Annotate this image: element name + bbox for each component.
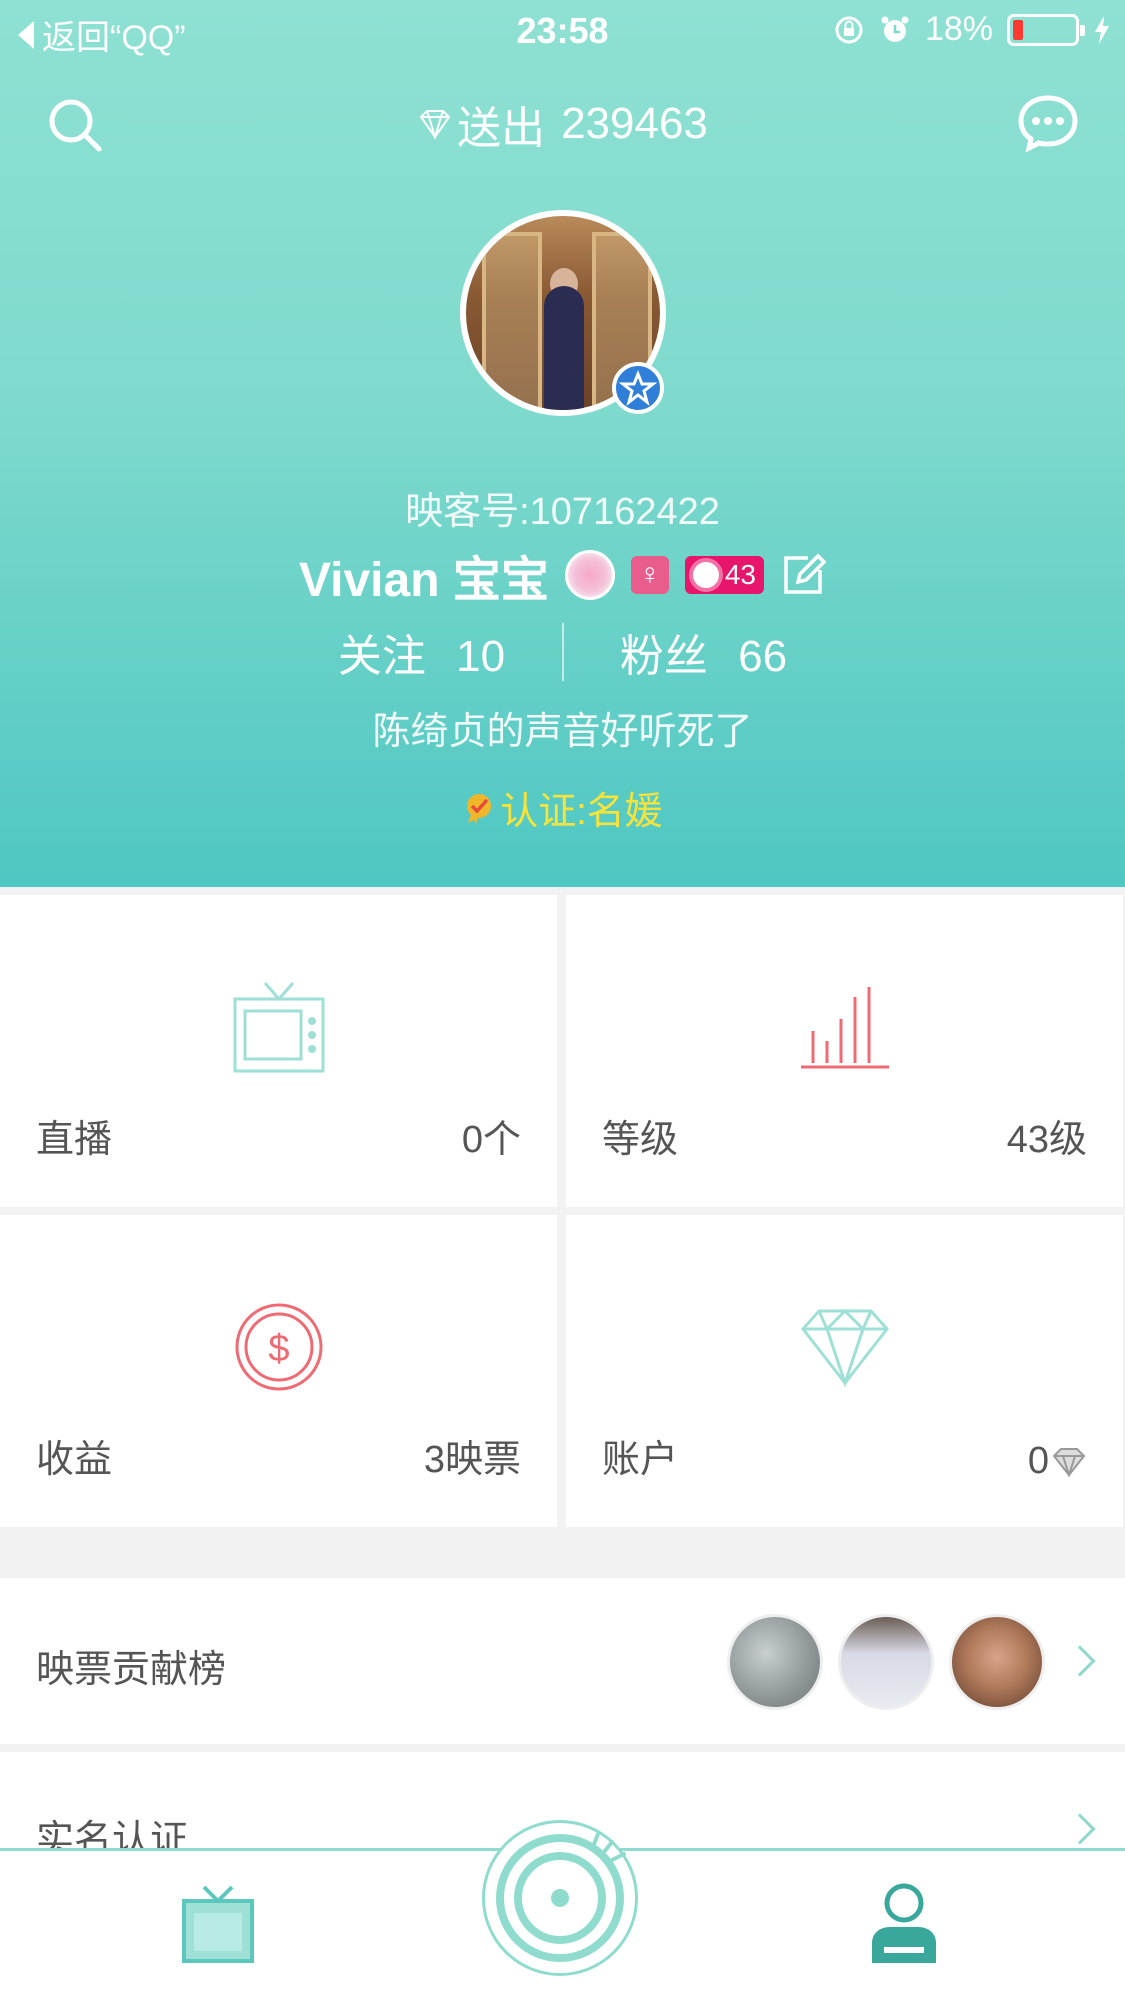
- sun-icon: [692, 562, 719, 588]
- tile-level-value: 43级: [1006, 1119, 1087, 1161]
- sent-label: 送出: [457, 104, 546, 153]
- profile-header: 返回“QQ” 23:58 18% 送出 239463 映客号:107162422…: [0, 0, 1125, 887]
- fans-stat[interactable]: 粉丝 66: [564, 620, 844, 684]
- orientation-lock-icon: [835, 16, 863, 43]
- go-live-button[interactable]: [492, 1830, 628, 1966]
- candy-badge-icon: [564, 550, 615, 600]
- diamond-icon: [800, 1308, 889, 1388]
- contribution-ranking-row[interactable]: 映票贡献榜: [0, 1578, 1125, 1744]
- level-badge-value: 43: [724, 559, 757, 590]
- name-row: Vivian 宝宝 ♀ 43: [0, 540, 1125, 610]
- follow-stats: 关注 10 粉丝 66: [0, 620, 1125, 684]
- tile-account-value: 0: [1027, 1440, 1049, 1482]
- alarm-icon: [881, 16, 909, 42]
- following-label: 关注: [337, 632, 426, 681]
- fans-label: 粉丝: [619, 632, 708, 681]
- tile-level[interactable]: 等级 43级: [566, 895, 1123, 1207]
- battery-icon: [1007, 13, 1085, 46]
- certified-medal-icon: [467, 793, 492, 824]
- tv-icon: [233, 982, 324, 1073]
- certification: 认证:名媛: [0, 780, 1125, 835]
- user-name: Vivian 宝宝: [298, 554, 549, 607]
- certification-text: 认证:名媛: [500, 791, 663, 833]
- user-id: 映客号:107162422: [405, 491, 720, 533]
- tile-live-label: 直播: [36, 1119, 113, 1161]
- edit-icon[interactable]: [780, 552, 827, 598]
- tile-account[interactable]: 账户 0: [566, 1215, 1123, 1527]
- tile-earnings-value: 3映票: [423, 1439, 521, 1481]
- following-stat[interactable]: 关注 10: [282, 620, 562, 684]
- message-icon[interactable]: [1017, 94, 1079, 152]
- dollar-icon: $: [235, 1303, 322, 1391]
- tv-tab-icon[interactable]: [180, 1883, 256, 1965]
- contributor-avatar[interactable]: [727, 1614, 823, 1710]
- diamond-icon: [419, 110, 451, 139]
- tile-account-value-wrap: 0: [1028, 1440, 1087, 1483]
- user-bio: 陈绮贞的声音好听死了: [372, 711, 753, 753]
- diamond-small-icon: [1052, 1447, 1086, 1477]
- tile-level-label: 等级: [602, 1119, 679, 1161]
- sent-value: 239463: [561, 99, 708, 148]
- contribution-ranking-label: 映票贡献榜: [36, 1649, 227, 1691]
- fans-count: 66: [738, 632, 788, 681]
- chevron-right-icon: [1064, 1813, 1096, 1845]
- contributor-avatar[interactable]: [838, 1614, 934, 1710]
- bars-icon: [800, 987, 889, 1069]
- tile-earnings-label: 收益: [36, 1439, 113, 1481]
- sent-diamonds[interactable]: 送出 239463: [0, 92, 1125, 156]
- profile-tab-icon[interactable]: [866, 1881, 942, 1967]
- contributor-avatar[interactable]: [949, 1614, 1045, 1710]
- status-bar: 返回“QQ” 23:58 18%: [0, 0, 1125, 60]
- battery-percent: 18%: [924, 10, 993, 48]
- tile-live-value: 0个: [461, 1119, 521, 1161]
- chevron-right-icon: [1064, 1645, 1096, 1677]
- female-gender-icon: ♀: [630, 556, 669, 594]
- tile-earnings[interactable]: $ 收益 3映票: [0, 1215, 557, 1527]
- verified-star-icon: [612, 362, 664, 414]
- tile-account-label: 账户: [602, 1439, 679, 1481]
- tile-live[interactable]: 直播 0个: [0, 895, 557, 1207]
- following-count: 10: [456, 632, 506, 681]
- svg-text:$: $: [268, 1328, 289, 1370]
- charging-bolt-icon: [1095, 15, 1109, 44]
- level-badge: 43: [684, 556, 765, 594]
- status-indicators: 18%: [833, 10, 1111, 49]
- avatar-container[interactable]: [460, 210, 666, 416]
